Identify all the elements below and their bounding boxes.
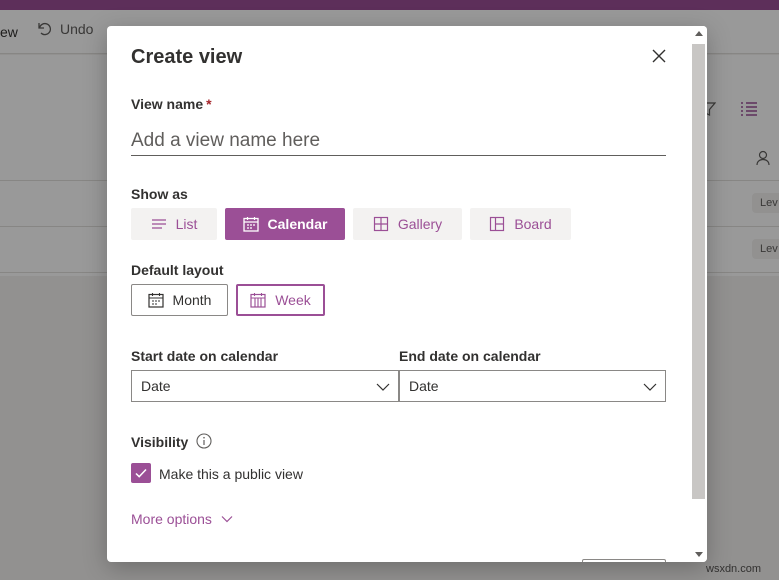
close-button[interactable]	[649, 46, 669, 66]
dialog-scrollbar[interactable]	[691, 26, 707, 562]
show-as-label: Show as	[131, 186, 188, 202]
end-date-label: End date on calendar	[399, 348, 541, 364]
close-icon	[652, 49, 666, 63]
start-date-value: Date	[141, 378, 171, 394]
show-as-board-label: Board	[514, 216, 552, 232]
show-as-gallery-label: Gallery	[397, 216, 443, 232]
show-as-list-button[interactable]: List	[131, 208, 217, 240]
dialog-title: Create view	[131, 46, 243, 68]
board-icon	[490, 216, 505, 232]
show-as-list-label: List	[175, 216, 198, 232]
show-as-calendar-label: Calendar	[267, 216, 328, 232]
view-name-label-text: View name	[131, 96, 204, 112]
start-date-dropdown[interactable]: Date	[131, 370, 399, 402]
create-view-dialog: Create view View name* Show as List Cale…	[107, 26, 707, 562]
checkmark-icon	[135, 468, 147, 478]
view-name-label: View name *	[131, 96, 212, 112]
chevron-down-icon	[221, 516, 233, 523]
layout-week-button[interactable]: Week	[236, 284, 325, 316]
calendar-week-icon	[250, 293, 266, 308]
public-view-checkbox[interactable]	[131, 463, 151, 483]
info-icon[interactable]	[196, 433, 212, 449]
default-layout-label: Default layout	[131, 262, 224, 278]
show-as-board-button[interactable]: Board	[470, 208, 571, 240]
layout-month-button[interactable]: Month	[131, 284, 228, 316]
more-options-label: More options	[131, 511, 212, 527]
end-date-dropdown[interactable]: Date	[399, 370, 666, 402]
show-as-gallery-button[interactable]: Gallery	[353, 208, 462, 240]
show-as-calendar-button[interactable]: Calendar	[225, 208, 345, 240]
layout-week-label: Week	[275, 292, 311, 308]
public-view-label[interactable]: Make this a public view	[159, 466, 303, 482]
footer-button[interactable]	[582, 559, 666, 562]
visibility-label: Visibility	[131, 434, 189, 450]
layout-month-label: Month	[172, 292, 212, 308]
list-icon	[151, 219, 166, 229]
view-name-input[interactable]	[131, 126, 666, 156]
scroll-up-arrow-icon[interactable]	[695, 31, 703, 36]
calendar-icon	[242, 217, 259, 232]
end-date-value: Date	[409, 378, 439, 394]
gallery-icon	[373, 216, 388, 232]
watermark: wsxdn.com	[706, 563, 762, 575]
more-options-link[interactable]: More options	[131, 511, 233, 527]
required-marker: *	[206, 96, 212, 112]
scroll-down-arrow-icon[interactable]	[695, 552, 703, 557]
chevron-down-icon	[376, 383, 390, 391]
scroll-thumb[interactable]	[692, 44, 705, 499]
calendar-month-icon	[147, 293, 164, 308]
start-date-label: Start date on calendar	[131, 348, 279, 364]
chevron-down-icon	[643, 383, 657, 391]
